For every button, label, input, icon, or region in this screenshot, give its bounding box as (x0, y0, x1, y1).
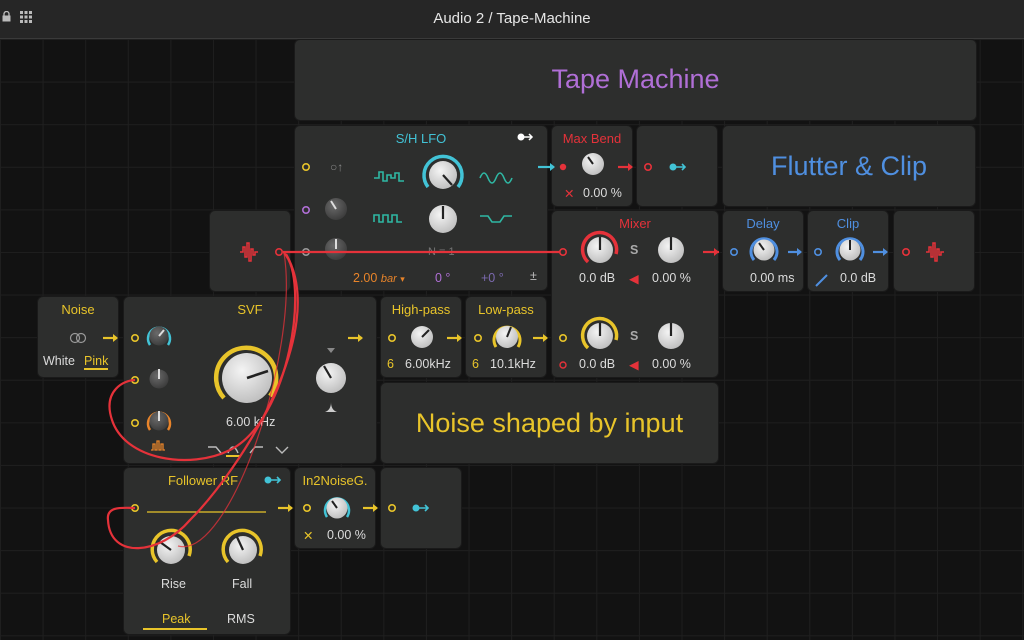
follower-rise-label: Rise (161, 577, 187, 591)
lfo-offset[interactable]: +0 ° (481, 271, 504, 285)
highpass-order[interactable]: 6 (387, 357, 394, 371)
delay-value: 0.00 ms (750, 271, 795, 285)
follower-mode-rms[interactable]: RMS (227, 612, 255, 626)
in2noise-module[interactable]: In2NoiseG. ✕ 0.00 % (295, 468, 375, 548)
highpass-title: High-pass (391, 302, 451, 317)
highpass-module[interactable]: High-pass 6 6.00kHz (381, 297, 461, 377)
mixer-mix-1-value: 0.00 % (652, 271, 691, 285)
follower-mode-peak[interactable]: Peak (162, 612, 191, 626)
note-noise-shaped-text: Noise shaped by input (415, 408, 684, 438)
mixer-mix-2-value: 0.00 % (652, 357, 691, 371)
lfo-phase[interactable]: 0 ° (435, 271, 450, 285)
in2noise-title: In2NoiseG. (302, 473, 368, 488)
window-title: Audio 2 / Tape-Machine (433, 10, 591, 27)
lowpass-value: 10.1kHz (490, 357, 536, 371)
sh-lfo-module[interactable]: S/H LFO 2.00 bar ▾ 0 ° +0 ° ± N = 1 (295, 126, 547, 290)
speaker-icon[interactable]: ◀ (629, 357, 639, 372)
sh-lfo-title: S/H LFO (395, 131, 447, 146)
noise-option-pink[interactable]: Pink (84, 354, 109, 370)
output-module-1[interactable] (637, 126, 717, 206)
mixer-gain-1-value: 0.0 dB (579, 271, 616, 285)
svf-freq-value: 6.00 kHz (226, 415, 276, 429)
in2noise-value: 0.00 % (327, 528, 366, 542)
mixer-title: Mixer (619, 216, 651, 231)
lfo-rate[interactable]: 2.00 bar ▾ (353, 271, 405, 285)
max-bend-module[interactable]: Max Bend ✕ 0.00 % (552, 126, 632, 206)
follower-module[interactable]: Follower RF Rise Fall Peak RMS (124, 468, 290, 634)
title-bar: Audio 2 / Tape-Machine (0, 0, 1024, 39)
mixer-solo-2[interactable]: S (630, 329, 638, 343)
audio-in-module[interactable] (210, 211, 290, 291)
mixer-gain-2-value: 0.0 dB (579, 357, 616, 371)
svf-title: SVF (237, 302, 263, 317)
note-tape-machine[interactable]: Tape Machine (295, 40, 976, 120)
close-icon[interactable]: ✕ (564, 186, 574, 201)
note-flutter-clip[interactable]: Flutter & Clip (723, 126, 975, 206)
audio-out-module[interactable] (894, 211, 974, 291)
note-flutter-clip-text: Flutter & Clip (770, 151, 928, 181)
noise-title: Noise (61, 302, 95, 317)
follower-fall-label: Fall (232, 577, 253, 591)
note-tape-machine-text: Tape Machine (551, 64, 720, 94)
max-bend-title: Max Bend (562, 131, 622, 146)
noise-option-white[interactable]: White (43, 354, 75, 368)
close-icon[interactable]: ✕ (303, 528, 313, 543)
lowpass-title: Low-pass (478, 302, 534, 317)
lfo-bipolar-toggle[interactable]: ± (530, 269, 537, 283)
clip-module[interactable]: Clip 0.0 dB (808, 211, 888, 291)
highpass-value: 6.00kHz (405, 357, 451, 371)
svf-module[interactable]: SVF 6.00 kHz (124, 297, 376, 463)
delay-module[interactable]: Delay 0.00 ms (723, 211, 803, 291)
lowpass-module[interactable]: Low-pass 6 10.1kHz (466, 297, 546, 377)
speaker-icon[interactable]: ◀ (629, 271, 639, 286)
lowpass-order[interactable]: 6 (472, 357, 479, 371)
clip-value: 0.0 dB (840, 271, 877, 285)
note-noise-shaped[interactable]: Noise shaped by input (381, 383, 718, 463)
delay-title: Delay (746, 216, 780, 231)
output-module-2[interactable] (381, 468, 461, 548)
clip-title: Clip (836, 216, 860, 231)
follower-title: Follower RF (167, 473, 239, 488)
mixer-solo-1[interactable]: S (630, 243, 638, 257)
lfo-n-value: N = 1 (428, 246, 455, 258)
mixer-module[interactable]: Mixer 0.0 dB 0.00 % 0.0 dB 0.00 % S S ◀ … (552, 211, 718, 377)
max-bend-value: 0.00 % (583, 186, 622, 200)
noise-module[interactable]: Noise White Pink (38, 297, 118, 377)
